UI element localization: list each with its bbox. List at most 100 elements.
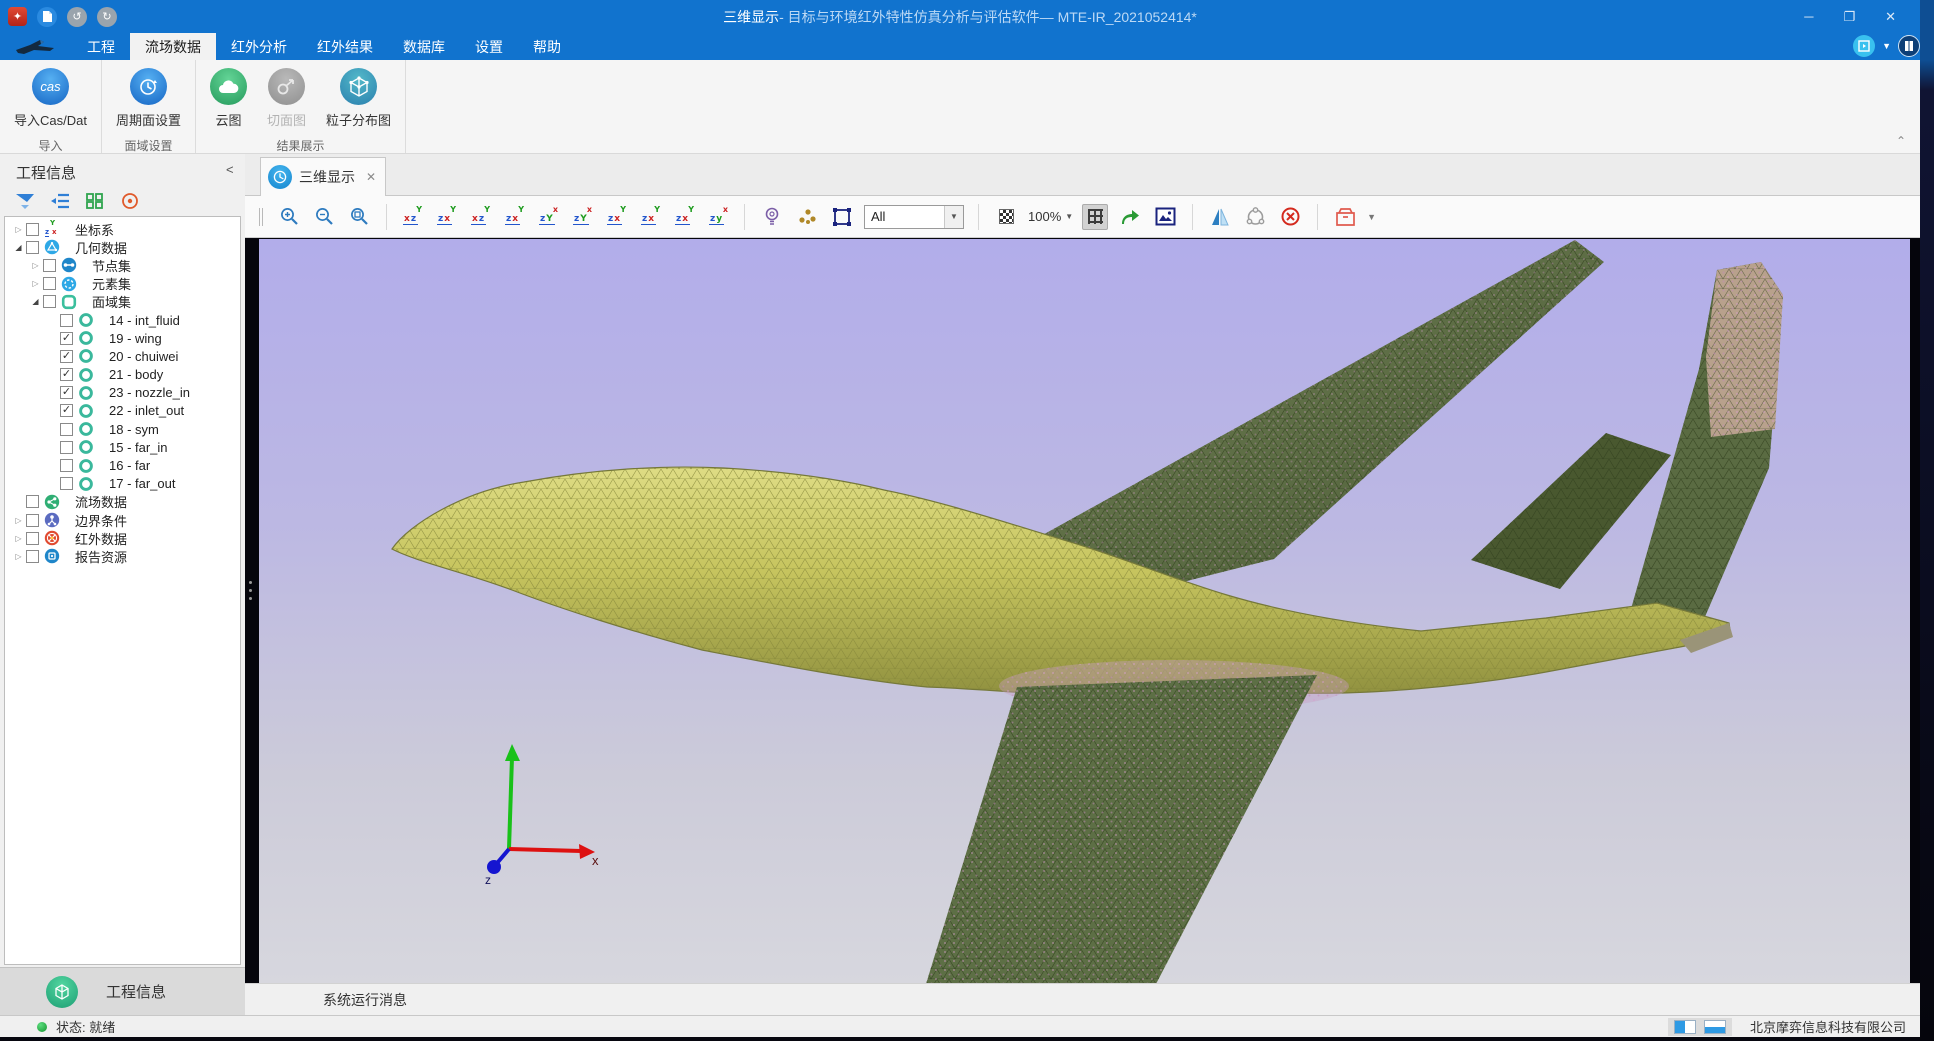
tree-checkbox[interactable]: ✓: [60, 404, 73, 417]
select-box-icon[interactable]: [829, 204, 855, 230]
particles-nodes-icon[interactable]: [794, 204, 820, 230]
menu-item-3[interactable]: 红外结果: [302, 33, 388, 60]
tree-item-18-sym[interactable]: 18 - sym: [5, 420, 240, 438]
tree-item-流场数据[interactable]: 流场数据: [5, 493, 240, 511]
tree-item-16-far[interactable]: 16 - far: [5, 456, 240, 474]
tree-item-14-int-fluid[interactable]: 14 - int_fluid: [5, 311, 240, 329]
layout-split-icon[interactable]: [1674, 1020, 1696, 1034]
menu-item-5[interactable]: 设置: [460, 33, 518, 60]
tree-checkbox[interactable]: ✓: [60, 350, 73, 363]
view-back-zx-icon[interactable]: Yzx: [435, 205, 458, 228]
tree-checkbox[interactable]: [60, 314, 73, 327]
transparency-icon[interactable]: [993, 204, 1019, 230]
collapse-ribbon-icon[interactable]: ⌃: [1896, 134, 1906, 148]
tree-checkbox[interactable]: ✓: [60, 368, 73, 381]
link-nodes-icon[interactable]: [1242, 204, 1268, 230]
ribbon-button-cloud-map[interactable]: 云图: [202, 66, 255, 131]
layout-bottom-icon[interactable]: [1704, 1020, 1726, 1034]
lamp-icon[interactable]: [759, 204, 785, 230]
redo-button[interactable]: ↻: [97, 7, 117, 27]
zoom-fit-icon[interactable]: [346, 204, 372, 230]
tree-expand-icon[interactable]: ▷: [11, 516, 26, 525]
grid-view-icon[interactable]: [84, 190, 106, 212]
view-front-xz-icon[interactable]: Yxz: [401, 205, 424, 228]
tree-checkbox[interactable]: [26, 532, 39, 545]
view-iso-1-icon[interactable]: Yzx: [605, 205, 628, 228]
tree-item-21-body[interactable]: ✓21 - body: [5, 366, 240, 384]
view-right-zx-icon[interactable]: Yzx: [503, 205, 526, 228]
tree-collapse-icon[interactable]: ◢: [28, 297, 43, 306]
tree-item-红外数据[interactable]: ▷红外数据: [5, 529, 240, 547]
zoom-in-icon[interactable]: [276, 204, 302, 230]
tab-3d-display[interactable]: 三维显示 ✕: [260, 157, 386, 196]
tree-checkbox[interactable]: [26, 495, 39, 508]
menu-item-1[interactable]: 流场数据: [130, 33, 216, 60]
view-bottom-zy-icon[interactable]: xzY: [571, 205, 594, 228]
tree-item-边界条件[interactable]: ▷边界条件: [5, 511, 240, 529]
view-left-xz-icon[interactable]: Yxz: [469, 205, 492, 228]
view-iso-2-icon[interactable]: Yzx: [639, 205, 662, 228]
opacity-dropdown[interactable]: 100% ▼: [1028, 209, 1073, 224]
tree-checkbox[interactable]: [43, 295, 56, 308]
tree-expand-icon[interactable]: ▷: [11, 552, 26, 561]
view-top-zy-icon[interactable]: xzY: [537, 205, 560, 228]
tree-checkbox[interactable]: [26, 223, 39, 236]
snapshot-image-icon[interactable]: [1152, 204, 1178, 230]
package-box-icon[interactable]: [1332, 204, 1358, 230]
tree-checkbox[interactable]: ✓: [60, 332, 73, 345]
tree-expand-icon[interactable]: ▷: [11, 534, 26, 543]
minimize-button[interactable]: ─: [1804, 9, 1813, 24]
tree-expand-icon[interactable]: ▷: [11, 225, 26, 234]
display-filter-combobox[interactable]: All ▼: [864, 205, 964, 229]
tree-item-19-wing[interactable]: ✓19 - wing: [5, 329, 240, 347]
sidebar-footer[interactable]: 工程信息: [0, 967, 245, 1015]
tree-checkbox[interactable]: [60, 477, 73, 490]
panel-play-icon[interactable]: [1853, 35, 1875, 57]
ribbon-button-particle-distribution[interactable]: 粒子分布图: [318, 66, 399, 131]
tree-item-坐标系[interactable]: ▷Yzx坐标系: [5, 220, 240, 238]
toolbar-grip[interactable]: [259, 208, 263, 226]
tree-item-23-nozzle-in[interactable]: ✓23 - nozzle_in: [5, 384, 240, 402]
tree-item-元素集[interactable]: ▷元素集: [5, 275, 240, 293]
menu-item-2[interactable]: 红外分析: [216, 33, 302, 60]
close-button[interactable]: ✕: [1885, 9, 1896, 25]
tree-item-节点集[interactable]: ▷节点集: [5, 256, 240, 274]
view-iso-3-icon[interactable]: Yzx: [673, 205, 696, 228]
tree-item-面域集[interactable]: ◢面域集: [5, 293, 240, 311]
tree-item-报告资源[interactable]: ▷报告资源: [5, 547, 240, 565]
panel-dropdown-caret[interactable]: ▼: [1882, 41, 1891, 51]
tree-collapse-icon[interactable]: ◢: [11, 243, 26, 252]
menu-item-4[interactable]: 数据库: [388, 33, 460, 60]
tree-checkbox[interactable]: [60, 423, 73, 436]
collapse-all-icon[interactable]: [49, 190, 71, 212]
tree-checkbox[interactable]: [26, 514, 39, 527]
viewport-3d[interactable]: x z: [259, 239, 1910, 983]
tree-item-15-far-in[interactable]: 15 - far_in: [5, 438, 240, 456]
filter-icon[interactable]: [14, 190, 36, 212]
tree-item-22-inlet-out[interactable]: ✓22 - inlet_out: [5, 402, 240, 420]
mirror-icon[interactable]: [1207, 204, 1233, 230]
more-tools-chevron-icon[interactable]: ▼: [1367, 212, 1376, 222]
tab-close-icon[interactable]: ✕: [366, 170, 376, 184]
sidebar-collapse-icon[interactable]: <: [226, 162, 234, 177]
tree-expand-icon[interactable]: ▷: [28, 279, 43, 288]
tree-checkbox[interactable]: [26, 241, 39, 254]
cancel-icon[interactable]: [1277, 204, 1303, 230]
mesh-grid-toggle[interactable]: [1082, 204, 1108, 230]
app-icon[interactable]: ✦: [8, 7, 27, 26]
tree-expand-icon[interactable]: ▷: [28, 261, 43, 270]
tree-item-几何数据[interactable]: ◢几何数据: [5, 238, 240, 256]
share-forward-icon[interactable]: [1117, 204, 1143, 230]
help-book-icon[interactable]: [1898, 35, 1920, 57]
tree-checkbox[interactable]: [26, 550, 39, 563]
zoom-out-icon[interactable]: [311, 204, 337, 230]
undo-button[interactable]: ↺: [67, 7, 87, 27]
tree-checkbox[interactable]: [43, 259, 56, 272]
menu-item-0[interactable]: 工程: [72, 33, 130, 60]
new-document-button[interactable]: [37, 7, 57, 27]
ribbon-button-period-face[interactable]: 周期面设置: [108, 66, 189, 131]
tree-checkbox[interactable]: ✓: [60, 386, 73, 399]
menu-item-6[interactable]: 帮助: [518, 33, 576, 60]
target-icon[interactable]: [119, 190, 141, 212]
tree-checkbox[interactable]: [60, 459, 73, 472]
